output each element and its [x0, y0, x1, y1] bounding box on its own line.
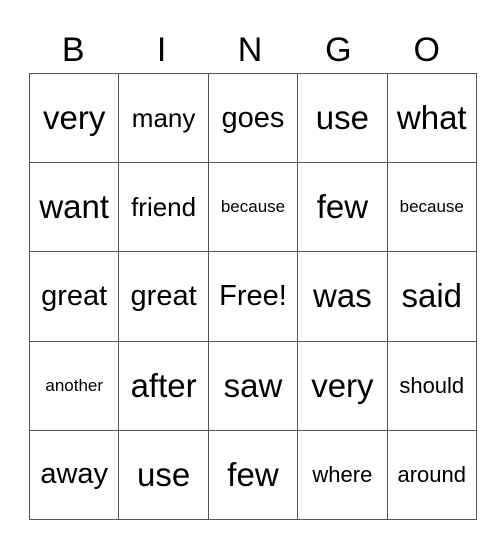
header-letter-g: G: [325, 31, 352, 69]
bingo-cell[interactable]: another: [28, 340, 120, 431]
grid-row: another after saw very should: [28, 340, 477, 431]
bingo-cell[interactable]: want: [28, 162, 120, 253]
bingo-card-grid: very many goes use what want friend beca…: [28, 72, 477, 520]
bingo-cell[interactable]: should: [386, 340, 477, 431]
bingo-cell[interactable]: where: [297, 429, 388, 520]
bingo-cell[interactable]: what: [386, 72, 477, 164]
bingo-cell[interactable]: many: [118, 72, 209, 164]
bingo-cell[interactable]: goes: [207, 72, 299, 164]
bingo-cell[interactable]: very: [28, 72, 120, 164]
bingo-cell[interactable]: friend: [118, 162, 209, 253]
bingo-cell[interactable]: because: [207, 162, 299, 253]
bingo-cell[interactable]: great: [28, 251, 120, 342]
bingo-cell[interactable]: use: [297, 72, 388, 164]
grid-row: want friend because few because: [28, 162, 477, 253]
bingo-cell[interactable]: very: [297, 340, 388, 431]
grid-row: away use few where around: [28, 429, 477, 520]
bingo-cell[interactable]: few: [207, 429, 299, 520]
bingo-cell[interactable]: saw: [207, 340, 299, 431]
header-letter-o: O: [413, 31, 440, 69]
header-letter-b: B: [61, 31, 85, 69]
bingo-header: B I N G O: [29, 28, 471, 72]
bingo-cell[interactable]: few: [297, 162, 388, 253]
bingo-cell[interactable]: around: [386, 429, 477, 520]
bingo-cell[interactable]: said: [386, 251, 477, 342]
grid-row: very many goes use what: [28, 72, 477, 164]
bingo-cell[interactable]: because: [386, 162, 477, 253]
grid-row: great great Free! was said: [28, 251, 477, 342]
bingo-cell[interactable]: after: [118, 340, 209, 431]
bingo-cell[interactable]: was: [297, 251, 388, 342]
bingo-cell[interactable]: away: [28, 429, 120, 520]
header-letter-i: I: [156, 31, 167, 69]
header-letter-n: N: [237, 31, 263, 69]
bingo-cell[interactable]: great: [118, 251, 209, 342]
bingo-cell[interactable]: use: [118, 429, 209, 520]
free-space-cell[interactable]: Free!: [207, 251, 299, 342]
